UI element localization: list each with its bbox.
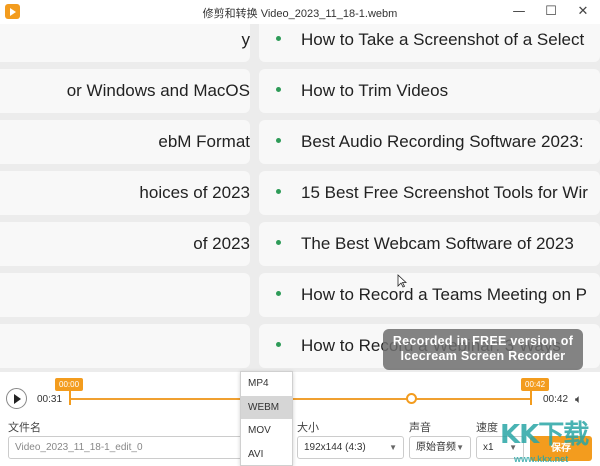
trim-start-handle[interactable] <box>69 391 71 405</box>
video-right-item: 15 Best Free Screenshot Tools for Wir <box>259 171 600 215</box>
volume-icon[interactable]: 🔈︎ <box>575 392 589 406</box>
close-button[interactable]: ✕ <box>572 2 594 22</box>
maximize-button[interactable]: ☐ <box>540 2 562 22</box>
video-right-item: The Best Webcam Software of 2023 <box>259 222 600 266</box>
video-left-item: ebM Format <box>0 120 250 164</box>
video-left-item: or Windows and MacOS <box>0 69 250 113</box>
chevron-down-icon: ▼ <box>389 443 397 452</box>
size-select[interactable]: 192x144 (4:3) ▼ <box>297 436 404 459</box>
video-right-item: How to Record a Teams Meeting on P <box>259 273 600 317</box>
end-time: 00:42 <box>543 394 569 405</box>
bullet-icon <box>276 87 281 93</box>
audio-value: 原始音频 <box>416 442 456 453</box>
bullet-icon <box>276 342 281 348</box>
video-left-item: y <box>0 24 250 62</box>
bullet-icon <box>276 36 281 42</box>
title-bar: 修剪和转换 Video_2023_11_18-1.webm — ☐ ✕ <box>0 0 600 24</box>
format-option-mp4[interactable]: MP4 <box>241 372 292 396</box>
recorder-watermark: Recorded in FREE version of Icecream Scr… <box>383 329 583 370</box>
audio-select[interactable]: 原始音频 ▼ <box>409 436 471 459</box>
speed-value: x1 <box>483 442 494 453</box>
trim-end-label: 00:42 <box>521 378 550 391</box>
chevron-down-icon: ▼ <box>456 443 464 452</box>
minimize-button[interactable]: — <box>508 2 530 22</box>
video-left-item <box>0 324 250 368</box>
video-right-item: How to Take a Screenshot of a Select <box>259 24 600 62</box>
size-value: 192x144 (4:3) <box>304 442 366 453</box>
filename-label: 文件名 <box>8 422 41 434</box>
site-watermark: KK下载 www.kkx.net <box>500 410 596 464</box>
video-preview[interactable]: y or Windows and MacOS ebM Format hoices… <box>0 24 600 372</box>
audio-label: 声音 <box>409 422 431 434</box>
trim-end-handle[interactable] <box>530 391 532 405</box>
mouse-cursor-icon <box>397 274 407 288</box>
bullet-icon <box>276 189 281 195</box>
current-time: 00:31 <box>37 394 63 405</box>
trim-track[interactable] <box>70 398 530 400</box>
video-left-item <box>0 273 250 317</box>
watermark-line1: Recorded in FREE version of <box>392 334 574 348</box>
site-watermark-logo: KK下载 <box>500 420 589 450</box>
format-dropdown: MP4 WEBM MOV AVI <box>240 371 293 466</box>
play-button[interactable] <box>6 388 27 409</box>
speed-label: 速度 <box>476 422 498 434</box>
site-watermark-url: www.kkx.net <box>514 454 569 464</box>
bullet-icon <box>276 240 281 246</box>
bullet-icon <box>276 291 281 297</box>
size-label: 大小 <box>297 422 319 434</box>
video-right-item: Best Audio Recording Software 2023: <box>259 120 600 164</box>
format-option-webm[interactable]: WEBM <box>241 395 292 419</box>
watermark-line2: Icecream Screen Recorder <box>400 349 566 363</box>
playhead-handle[interactable] <box>406 393 417 404</box>
format-option-avi[interactable]: AVI <box>241 443 292 466</box>
video-left-item: of 2023 <box>0 222 250 266</box>
bullet-icon <box>276 138 281 144</box>
video-right-item: How to Trim Videos <box>259 69 600 113</box>
trim-start-label: 00:00 <box>55 378 84 391</box>
video-left-item: hoices of 2023 <box>0 171 250 215</box>
format-option-mov[interactable]: MOV <box>241 419 292 443</box>
timeline-bar: 00:31 00:00 00:42 00:42 🔈︎ <box>0 372 600 412</box>
